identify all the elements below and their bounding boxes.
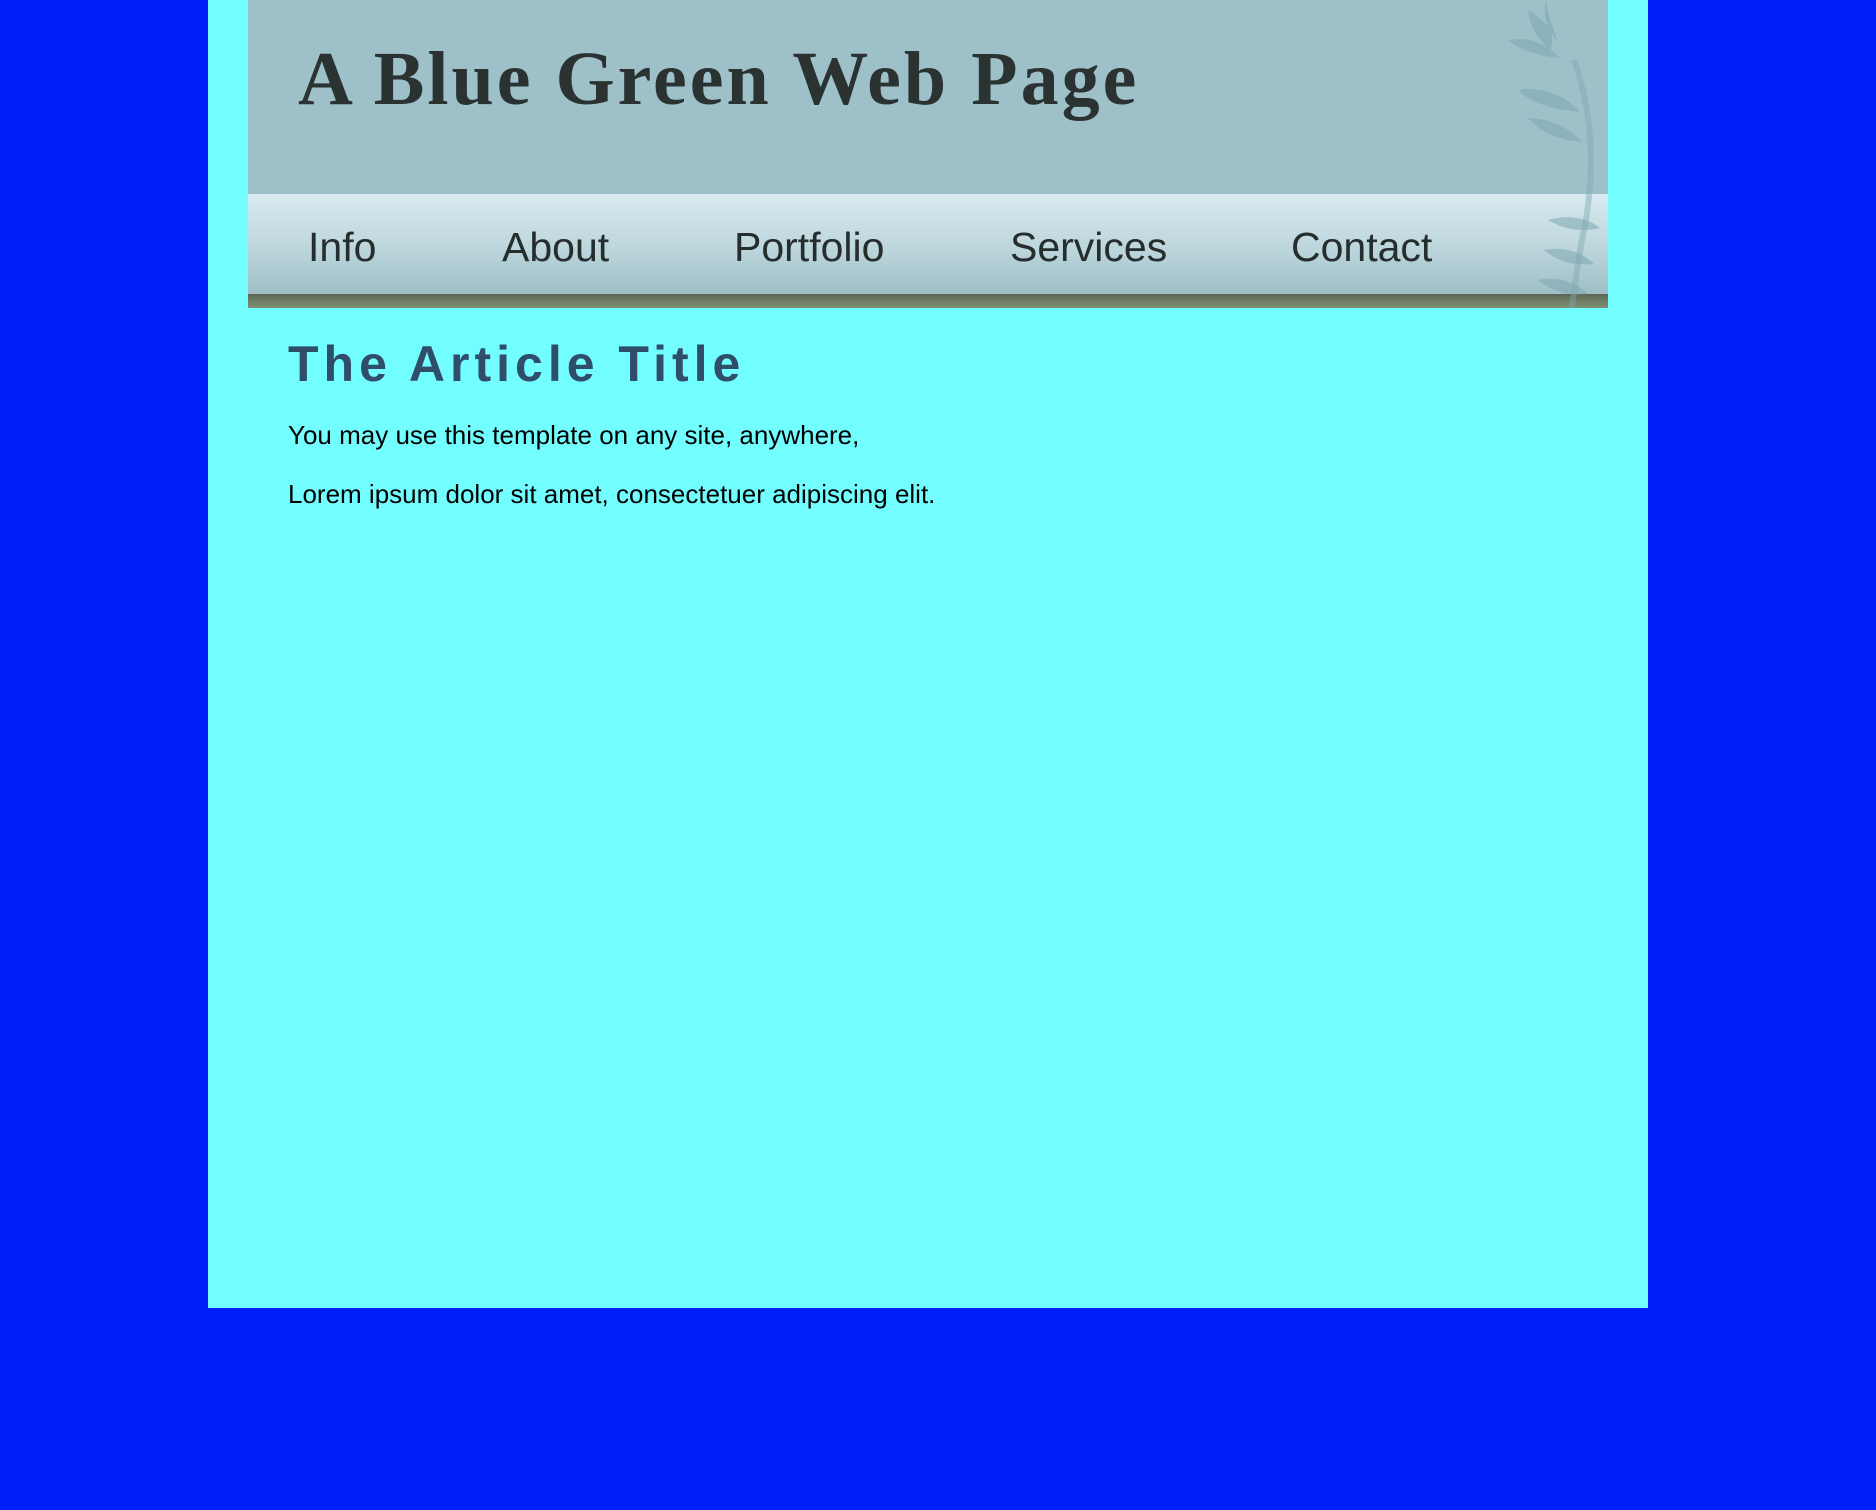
site-title: A Blue Green Web Page [298, 37, 1140, 121]
nav-link-info[interactable]: Info [308, 224, 376, 271]
page-wrapper: A Blue Green Web Page Info About Portfol… [208, 0, 1648, 1308]
nav-link-services[interactable]: Services [1010, 224, 1167, 271]
article-paragraph: You may use this template on any site, a… [288, 420, 860, 450]
nav-link-portfolio[interactable]: Portfolio [734, 224, 884, 271]
nav-link-about[interactable]: About [502, 224, 609, 271]
article-title: The Article Title [288, 336, 746, 392]
nav-link-contact[interactable]: Contact [1291, 224, 1432, 271]
article: The Article Title You may use this templ… [288, 334, 1568, 510]
main-nav: Info About Portfolio Services Contact [248, 194, 1608, 294]
article-paragraph: Lorem ipsum dolor sit amet, consectetuer… [288, 479, 936, 510]
header-banner: A Blue Green Web Page [248, 0, 1608, 194]
nav-divider [248, 294, 1608, 308]
